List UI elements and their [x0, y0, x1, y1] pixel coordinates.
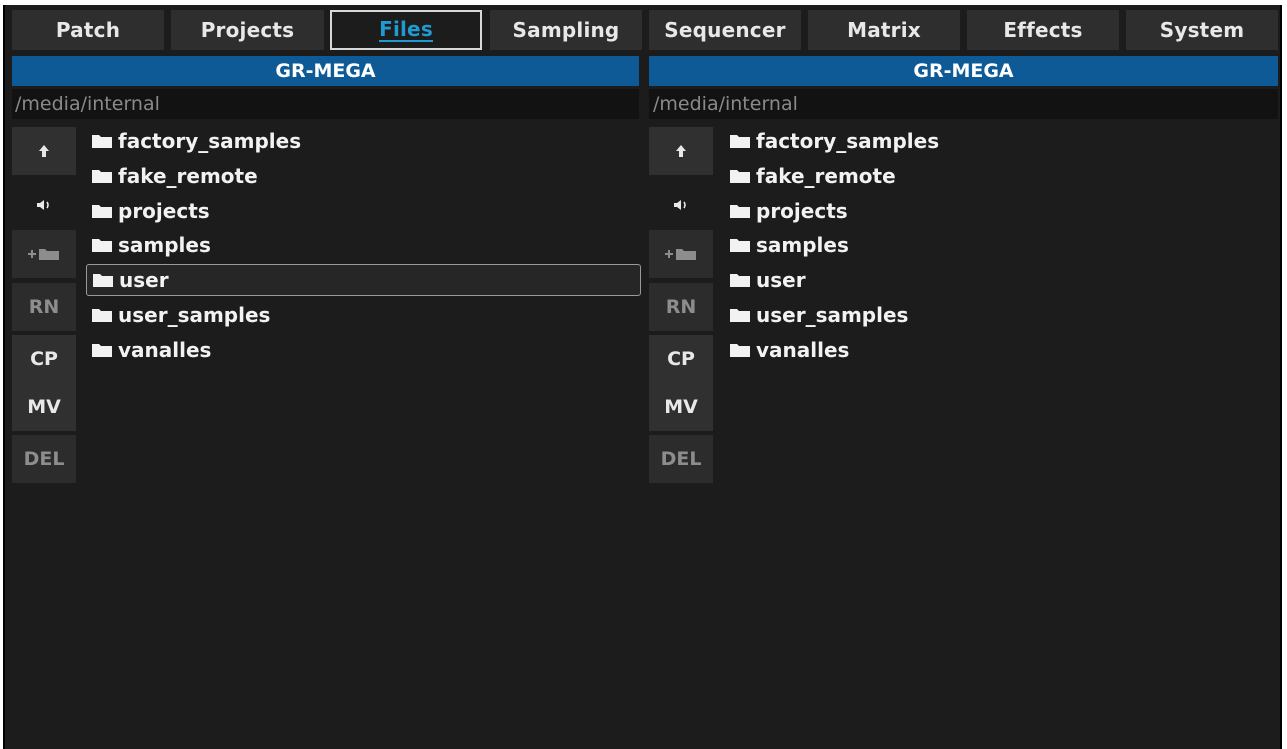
- arrow-up-icon: [676, 145, 686, 157]
- list-item[interactable]: fake_remote: [724, 160, 1278, 192]
- list-item[interactable]: vanalles: [86, 334, 641, 366]
- tab-patch[interactable]: Patch: [12, 10, 164, 50]
- left-move-button[interactable]: MV: [12, 383, 76, 431]
- right-copy-button[interactable]: CP: [649, 335, 713, 383]
- list-item[interactable]: vanalles: [724, 334, 1278, 366]
- right-rename-button[interactable]: RN: [649, 283, 713, 331]
- list-item[interactable]: samples: [86, 229, 641, 261]
- folder-icon: [730, 274, 750, 287]
- list-item[interactable]: fake_remote: [86, 160, 641, 192]
- file-name: user: [119, 268, 169, 292]
- folder-icon: [93, 274, 113, 287]
- folder-icon: [92, 205, 112, 218]
- new-folder-icon: [28, 249, 59, 260]
- file-name: user_samples: [756, 303, 909, 327]
- tab-matrix[interactable]: Matrix: [808, 10, 960, 50]
- tab-label: Effects: [1003, 18, 1083, 42]
- tab-sequencer[interactable]: Sequencer: [649, 10, 801, 50]
- right-delete-button[interactable]: DEL: [649, 435, 713, 483]
- folder-icon: [730, 205, 750, 218]
- tab-label: Projects: [200, 18, 295, 42]
- folder-icon: [92, 135, 112, 148]
- right-path-bar: /media/internal: [649, 89, 1278, 119]
- folder-icon: [730, 135, 750, 148]
- right-up-button[interactable]: [649, 127, 713, 175]
- left-delete-button[interactable]: DEL: [12, 435, 76, 483]
- file-name: samples: [118, 233, 211, 257]
- folder-icon: [92, 344, 112, 357]
- file-name: vanalles: [118, 338, 212, 362]
- file-name: vanalles: [756, 338, 850, 362]
- speaker-icon: [674, 200, 686, 210]
- file-name: user: [756, 268, 806, 292]
- speaker-icon: [37, 200, 49, 210]
- list-item[interactable]: factory_samples: [86, 125, 641, 157]
- list-item-selected[interactable]: user: [86, 264, 641, 296]
- file-name: projects: [118, 199, 210, 223]
- folder-icon: [92, 309, 112, 322]
- file-name: fake_remote: [756, 164, 896, 188]
- file-name: user_samples: [118, 303, 271, 327]
- tab-projects[interactable]: Projects: [171, 10, 324, 50]
- list-item[interactable]: user: [724, 264, 1278, 296]
- list-item[interactable]: factory_samples: [724, 125, 1278, 157]
- list-item[interactable]: projects: [86, 195, 641, 227]
- file-name: samples: [756, 233, 849, 257]
- tab-system[interactable]: System: [1126, 10, 1278, 50]
- tab-label: Sampling: [512, 18, 620, 42]
- left-new-folder-button[interactable]: [12, 230, 76, 278]
- new-folder-icon: [665, 249, 696, 260]
- left-up-button[interactable]: [12, 127, 76, 175]
- right-audio-button[interactable]: [649, 181, 713, 229]
- left-panel-title: GR-MEGA: [12, 56, 639, 86]
- tab-files[interactable]: Files: [330, 10, 482, 50]
- folder-icon: [92, 239, 112, 252]
- right-move-button[interactable]: MV: [649, 383, 713, 431]
- tab-label: Files: [379, 17, 433, 42]
- list-item[interactable]: user_samples: [86, 299, 641, 331]
- left-rename-button[interactable]: RN: [12, 283, 76, 331]
- list-item[interactable]: user_samples: [724, 299, 1278, 331]
- file-name: factory_samples: [118, 129, 302, 153]
- file-name: projects: [756, 199, 848, 223]
- list-item[interactable]: samples: [724, 229, 1278, 261]
- arrow-up-icon: [39, 145, 49, 157]
- folder-icon: [730, 344, 750, 357]
- folder-icon: [730, 239, 750, 252]
- tab-label: Sequencer: [664, 18, 786, 42]
- tab-sampling[interactable]: Sampling: [490, 10, 642, 50]
- tab-label: Patch: [55, 18, 121, 42]
- file-name: factory_samples: [756, 129, 940, 153]
- left-copy-button[interactable]: CP: [12, 335, 76, 383]
- folder-icon: [92, 170, 112, 183]
- right-panel-title: GR-MEGA: [649, 56, 1278, 86]
- left-audio-button[interactable]: [12, 181, 76, 229]
- folder-icon: [730, 309, 750, 322]
- screen: Patch Projects Files Sampling Sequencer …: [0, 0, 1287, 749]
- tab-label: Matrix: [847, 18, 921, 42]
- list-item[interactable]: projects: [724, 195, 1278, 227]
- left-path-bar: /media/internal: [12, 89, 639, 119]
- tab-label: System: [1159, 18, 1245, 42]
- folder-icon: [730, 170, 750, 183]
- tab-effects[interactable]: Effects: [967, 10, 1119, 50]
- right-new-folder-button[interactable]: [649, 230, 713, 278]
- file-name: fake_remote: [118, 164, 258, 188]
